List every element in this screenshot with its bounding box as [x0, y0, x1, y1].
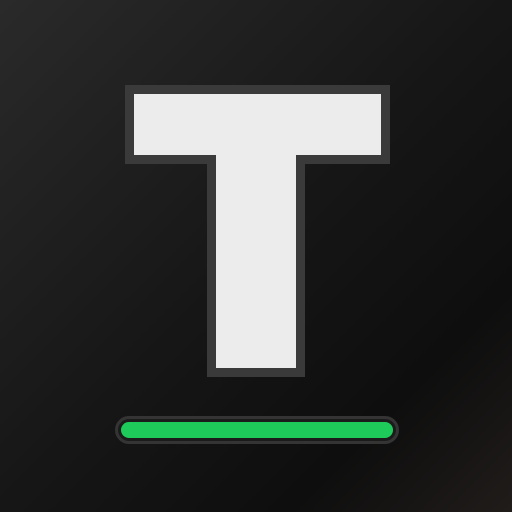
accent-bar-fill — [121, 422, 393, 438]
letter-t-fill — [134, 94, 381, 368]
app-icon: T — [0, 0, 512, 512]
accent-bar — [115, 416, 399, 444]
